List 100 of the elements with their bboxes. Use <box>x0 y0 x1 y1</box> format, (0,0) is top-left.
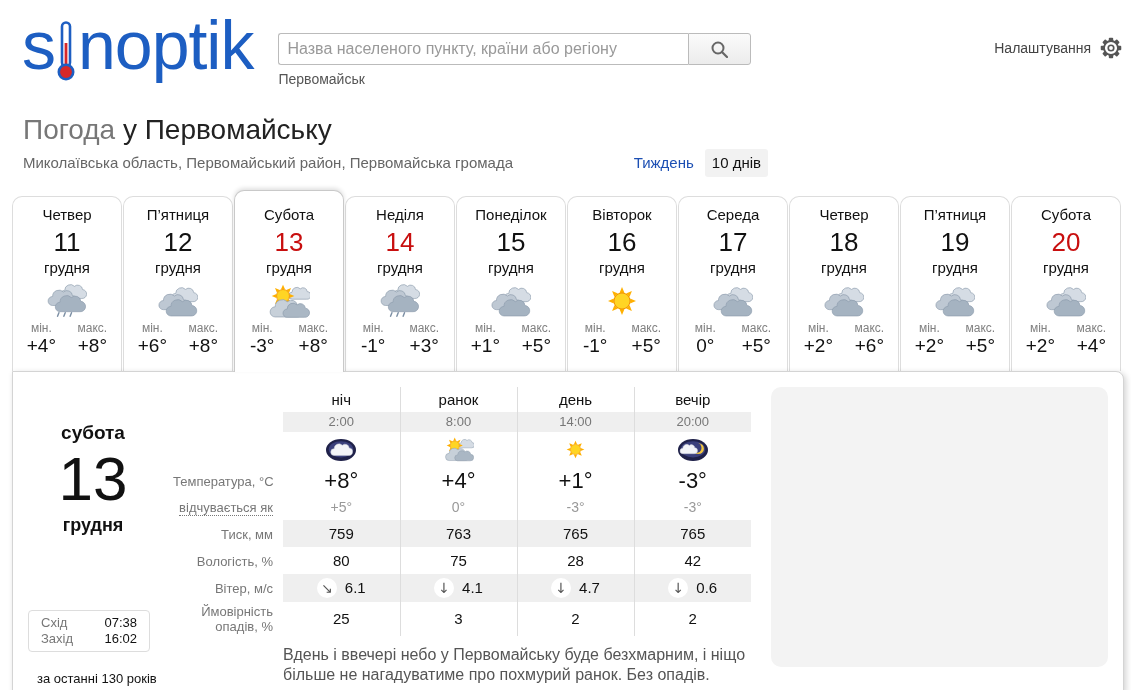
day-tab[interactable]: Четвер 11 грудня мін. +4° макс. +8° <box>12 196 122 371</box>
month-text: грудня <box>61 514 125 536</box>
day-tab[interactable]: П’ятниця 12 грудня мін. +6° макс. +8° <box>123 196 233 371</box>
settings-button[interactable]: Налаштування <box>994 37 1122 59</box>
logo-text[interactable]: noptik <box>78 7 254 83</box>
range-tab[interactable]: 10 днів <box>704 149 768 177</box>
sunset-time: 16:02 <box>104 631 137 647</box>
row-label: Температура, °C <box>173 473 274 489</box>
precipitation-value: 25 <box>283 602 400 636</box>
max-label: макс. <box>854 321 885 335</box>
day-tab[interactable]: Субота 20 грудня мін. +2° макс. +4° <box>1011 196 1121 371</box>
temperature-value: +4° <box>400 467 517 494</box>
location-text: Миколаївська область, Первомайський район, Первомайська громада <box>23 152 513 173</box>
settings-icon <box>1100 37 1122 59</box>
max-temperature: +8° <box>77 335 107 357</box>
period-heading: ніч <box>283 387 400 412</box>
search-button[interactable] <box>688 33 752 65</box>
max-temperature: +5° <box>965 335 995 357</box>
max-label: макс. <box>188 321 219 335</box>
sunrise-time: 07:38 <box>104 615 137 631</box>
month-text: грудня <box>155 258 201 278</box>
feels-like-term[interactable]: відчувається як <box>179 500 273 516</box>
forecast-text: Вдень і ввечері небо у Первомайську буде безхмарним, і ніщо більше не нагадуватиме про похмурий ранок. Без опадів. <box>283 645 747 685</box>
min-temperature: -1° <box>582 335 608 357</box>
month-text: грудня <box>710 258 756 278</box>
weekday-text: П’ятниця <box>146 205 210 225</box>
search-icon <box>711 40 729 58</box>
search-field[interactable]: Назва населеного пункту, країни або регіону <box>278 33 689 65</box>
max-temperature: +5° <box>631 335 661 357</box>
weekday-text: Четвер <box>819 205 869 225</box>
max-label: макс. <box>631 321 662 335</box>
pressure-value: 763 <box>400 520 517 547</box>
max-label: макс. <box>521 321 552 335</box>
date-text: 16 <box>607 227 637 257</box>
min-temperature: +6° <box>137 335 168 357</box>
row-label: Вологість, % <box>196 553 273 569</box>
weekday-text: субота <box>60 421 126 445</box>
range-tab[interactable]: Тиждень <box>626 149 701 177</box>
max-temperature: +4° <box>1076 335 1106 357</box>
min-temperature: +1° <box>470 335 501 357</box>
date-text: 13 <box>274 227 304 257</box>
min-temperature: -1° <box>360 335 386 357</box>
temperature-value: -3° <box>634 467 751 494</box>
max-label: макс. <box>409 321 440 335</box>
feels-like-value: +5° <box>283 494 400 520</box>
min-label: мін. <box>918 321 940 335</box>
temperature-value: +8° <box>283 467 400 494</box>
max-label: макс. <box>298 321 329 335</box>
min-label: мін. <box>474 321 496 335</box>
date-text: 17 <box>718 227 748 257</box>
min-label: мін. <box>1029 321 1051 335</box>
precipitation-value: 2 <box>517 602 634 636</box>
day-tab[interactable]: Четвер 18 грудня мін. +2° макс. +6° <box>789 196 899 371</box>
time-cell: 8:00 <box>400 412 517 432</box>
min-temperature: +4° <box>26 335 57 357</box>
month-text: грудня <box>266 258 312 278</box>
weekday-text: П’ятниця <box>923 205 987 225</box>
max-temperature: +5° <box>521 335 551 357</box>
pressure-value: 765 <box>634 520 751 547</box>
date-text: 12 <box>163 227 193 257</box>
date-text: 13 <box>57 449 129 509</box>
max-label: макс. <box>77 321 108 335</box>
weekday-text: Субота <box>263 205 315 225</box>
min-label: мін. <box>584 321 606 335</box>
temperature-value: +1° <box>517 467 634 494</box>
max-label: макс. <box>965 321 996 335</box>
day-tab[interactable]: Понеділок 15 грудня мін. +1° макс. +5° <box>456 196 566 371</box>
day-tab[interactable]: Неділя 14 грудня мін. -1° макс. +3° <box>345 196 455 371</box>
date-text: 18 <box>829 227 859 257</box>
day-tab[interactable]: П’ятниця 19 грудня мін. +2° макс. +5° <box>900 196 1010 371</box>
wind-speed: 4.7 <box>579 579 600 597</box>
weekday-text: Вівторок <box>592 205 652 225</box>
wind-speed: 0.6 <box>696 579 718 597</box>
date-text: 15 <box>496 227 526 257</box>
min-temperature: +2° <box>1025 335 1056 357</box>
sunrise-label: Схід <box>41 615 69 631</box>
pressure-value: 759 <box>283 520 400 547</box>
time-cell: 14:00 <box>517 412 634 432</box>
max-temperature: +6° <box>854 335 884 357</box>
day-tab[interactable]: Середа 17 грудня мін. 0° макс. +5° <box>678 196 788 371</box>
sunset-label: Захід <box>41 631 75 647</box>
page-title: у Первомайську <box>122 114 332 145</box>
date-text: 20 <box>1051 227 1081 257</box>
weekday-text: Понеділок <box>475 205 547 225</box>
precipitation-value: 2 <box>634 602 751 636</box>
logo-text[interactable]: s <box>22 7 55 83</box>
max-temperature: +8° <box>188 335 218 357</box>
day-tab[interactable]: Вівторок 16 грудня мін. -1° макс. +5° <box>567 196 677 371</box>
min-label: мін. <box>807 321 829 335</box>
min-temperature: +2° <box>914 335 945 357</box>
day-tab[interactable]: Субота 13 грудня мін. -3° макс. +8° <box>234 190 344 372</box>
min-temperature: +2° <box>803 335 834 357</box>
weekday-text: Середа <box>706 205 760 225</box>
min-label: мін. <box>251 321 273 335</box>
weekday-text: Четвер <box>42 205 92 225</box>
recent-city-link[interactable]: Первомайськ <box>278 71 365 88</box>
month-text: грудня <box>821 258 867 278</box>
min-temperature: 0° <box>696 335 715 357</box>
precipitation-value: 3 <box>400 602 517 636</box>
month-text: грудня <box>932 258 978 278</box>
